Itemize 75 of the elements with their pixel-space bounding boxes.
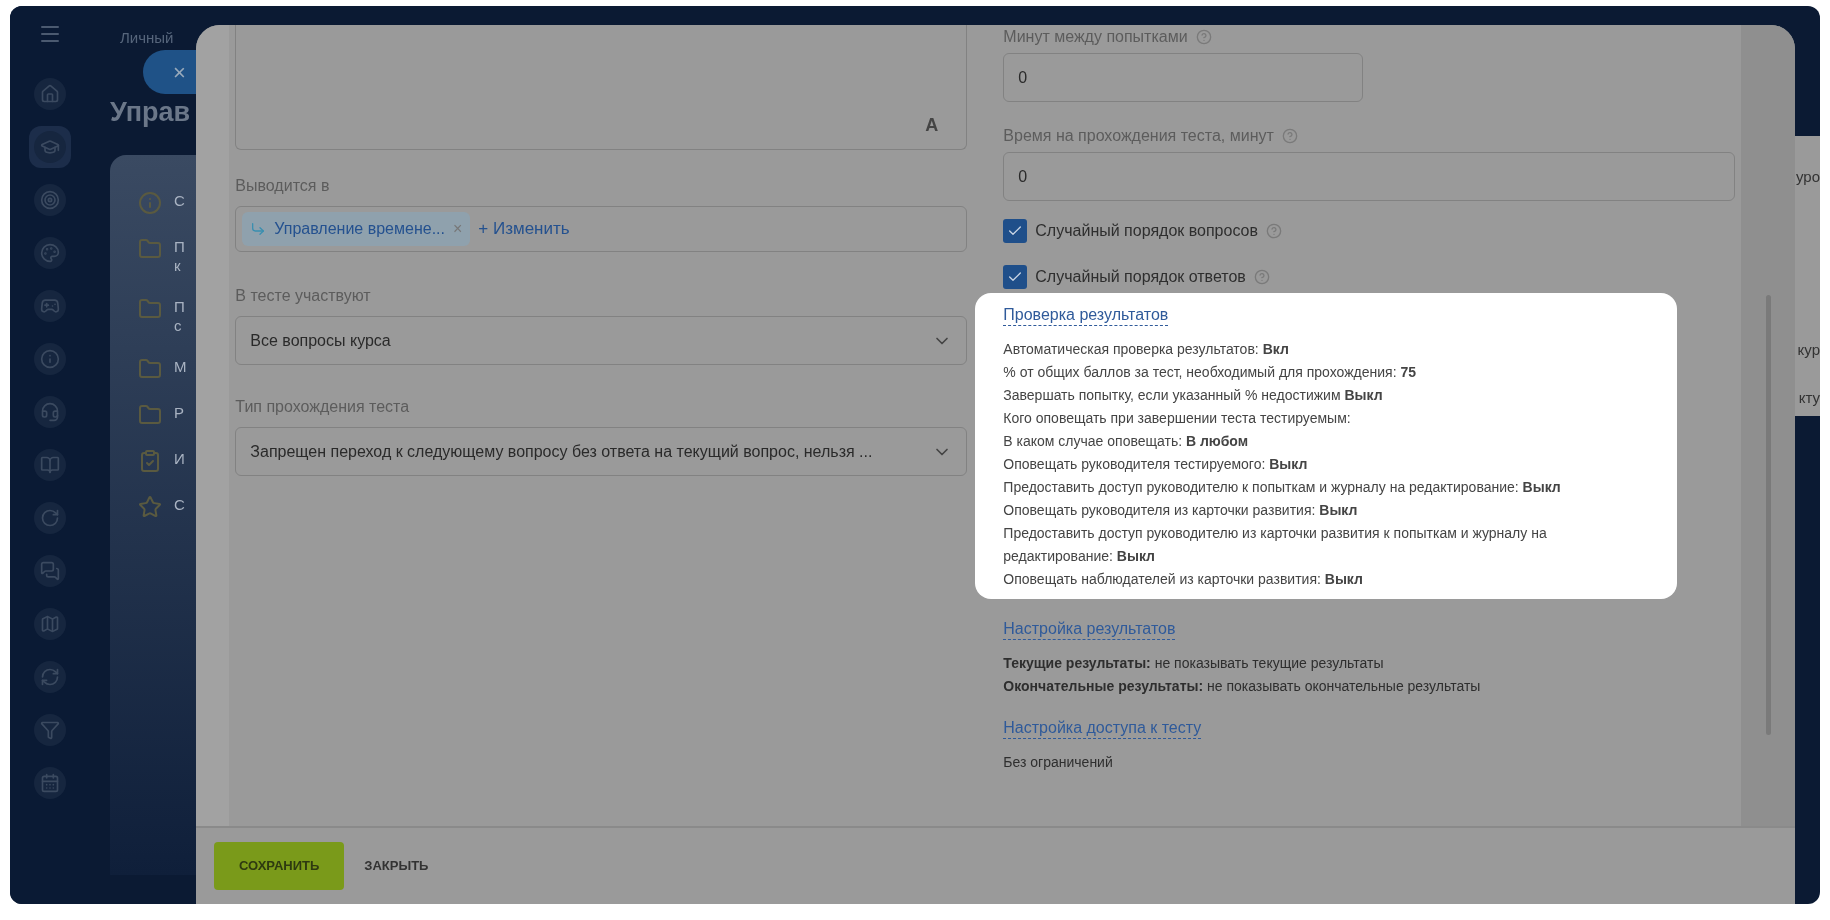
folder-icon bbox=[138, 296, 162, 321]
home-icon bbox=[40, 84, 60, 104]
setting-text: Без ограничений bbox=[1003, 753, 1114, 772]
setting-text: Оповещать наблюдателей из карточки развития: Выкл bbox=[1003, 570, 1364, 589]
section-link[interactable]: Настройка доступа к тесту bbox=[1003, 718, 1202, 739]
time-input[interactable]: 0 bbox=[1003, 152, 1736, 201]
field-label: Выводится в bbox=[235, 176, 331, 196]
page-heading: Управ bbox=[110, 96, 191, 129]
menu-card-item[interactable]: М bbox=[174, 356, 187, 376]
field-label: Время на прохождения теста, минут bbox=[1003, 126, 1274, 146]
minutes-input[interactable]: 0 bbox=[1003, 53, 1364, 102]
close-button[interactable]: ЗАКРЫТЬ bbox=[364, 856, 429, 876]
menu-card-item[interactable]: Р bbox=[174, 402, 184, 422]
calendar-icon bbox=[40, 773, 60, 793]
folder-icon bbox=[138, 402, 162, 427]
sidebar-item[interactable] bbox=[29, 126, 71, 168]
tag-chip[interactable]: Управление времене... × bbox=[242, 212, 471, 246]
setting-text: В каком случае оповещать: В любом bbox=[1003, 432, 1249, 451]
help-icon[interactable] bbox=[1266, 223, 1282, 239]
checkbox-label: Случайный порядок вопросов bbox=[1035, 221, 1258, 241]
help-icon[interactable] bbox=[1195, 29, 1212, 45]
menu-card-item[interactable]: П с bbox=[174, 296, 185, 335]
textarea[interactable]: A bbox=[235, 25, 968, 150]
setting-text: Предоставить доступ руководителю к попыткам и журналу на редактирование: Выкл bbox=[1003, 478, 1562, 497]
book-icon bbox=[40, 455, 60, 475]
setting-text: Завершать попытку, если указанный % недостижим Выкл bbox=[1003, 386, 1384, 405]
info-icon bbox=[138, 190, 162, 215]
checkbox-label: Случайный порядок ответов bbox=[1035, 267, 1246, 287]
select-field[interactable]: Все вопросы курса bbox=[235, 316, 968, 365]
text-format-icon[interactable]: A bbox=[925, 112, 939, 139]
headset-icon bbox=[40, 402, 60, 422]
menu-card-item[interactable]: С bbox=[174, 494, 185, 514]
section-link[interactable]: Проверка результатов bbox=[1003, 305, 1169, 326]
cycle-icon bbox=[40, 667, 60, 687]
field-label: Минут между попытками bbox=[1003, 27, 1188, 47]
chat-icon bbox=[40, 561, 60, 581]
setting-text: Предоставить доступ руководителю из карточки развития к попыткам и журналу на редактирование: Выкл bbox=[1003, 524, 1548, 566]
field-label: Тип прохождения теста bbox=[235, 397, 411, 417]
section-link[interactable]: Настройка результатов bbox=[1003, 619, 1176, 640]
palette-icon bbox=[40, 243, 60, 263]
setting-text: Оповещать руководителя тестируемого: Выкл bbox=[1003, 455, 1309, 474]
checkbox[interactable] bbox=[1003, 265, 1028, 289]
info-icon bbox=[40, 349, 60, 369]
output-field[interactable]: Управление времене... × + Изменить bbox=[235, 206, 968, 252]
target-icon bbox=[40, 190, 60, 210]
setting-text: Окончательные результаты: не показывать окончательные результаты bbox=[1003, 677, 1482, 696]
setting-text: Оповещать руководителя из карточки развития: Выкл bbox=[1003, 501, 1359, 520]
funnel-icon bbox=[40, 720, 60, 740]
background-text-fragment: кур bbox=[1797, 339, 1820, 360]
graduation-cap-icon bbox=[40, 137, 60, 157]
clipboard-icon bbox=[138, 448, 162, 473]
change-link[interactable]: + Изменить bbox=[478, 216, 570, 242]
setting-text: Автоматическая проверка результатов: Вкл bbox=[1003, 340, 1290, 359]
background-text-fragment: кту bbox=[1798, 388, 1820, 408]
help-icon[interactable] bbox=[1281, 128, 1298, 144]
folder-icon bbox=[138, 356, 162, 381]
folder-icon bbox=[138, 236, 162, 261]
select-field[interactable]: Запрещен переход к следующему вопросу без ответа на текущий вопрос, нельзя ... bbox=[235, 427, 968, 476]
background-text-fragment: уро bbox=[1795, 167, 1820, 187]
gamepad-icon bbox=[40, 296, 60, 316]
setting-text: Кого оповещать при завершении теста тестируемым: bbox=[1003, 409, 1352, 428]
field-label: В тесте участвуют bbox=[235, 286, 372, 306]
checkbox[interactable] bbox=[1003, 219, 1028, 243]
map-icon bbox=[40, 614, 60, 634]
breadcrumb-text: Личный bbox=[120, 27, 174, 48]
setting-text: % от общих баллов за тест, необходимый для прохождения: 75 bbox=[1003, 363, 1417, 382]
star-icon bbox=[138, 494, 162, 519]
menu-card-item[interactable]: С bbox=[174, 190, 185, 210]
corner-arrow-icon bbox=[250, 221, 267, 237]
save-button[interactable]: СОХРАНИТЬ bbox=[214, 842, 345, 890]
menu-card-item[interactable]: П к bbox=[174, 236, 185, 275]
rotate-icon bbox=[40, 508, 60, 528]
menu-card-item[interactable]: И bbox=[174, 448, 185, 468]
help-icon[interactable] bbox=[1253, 269, 1270, 285]
setting-text: Текущие результаты: не показывать текущие результаты bbox=[1003, 654, 1385, 673]
